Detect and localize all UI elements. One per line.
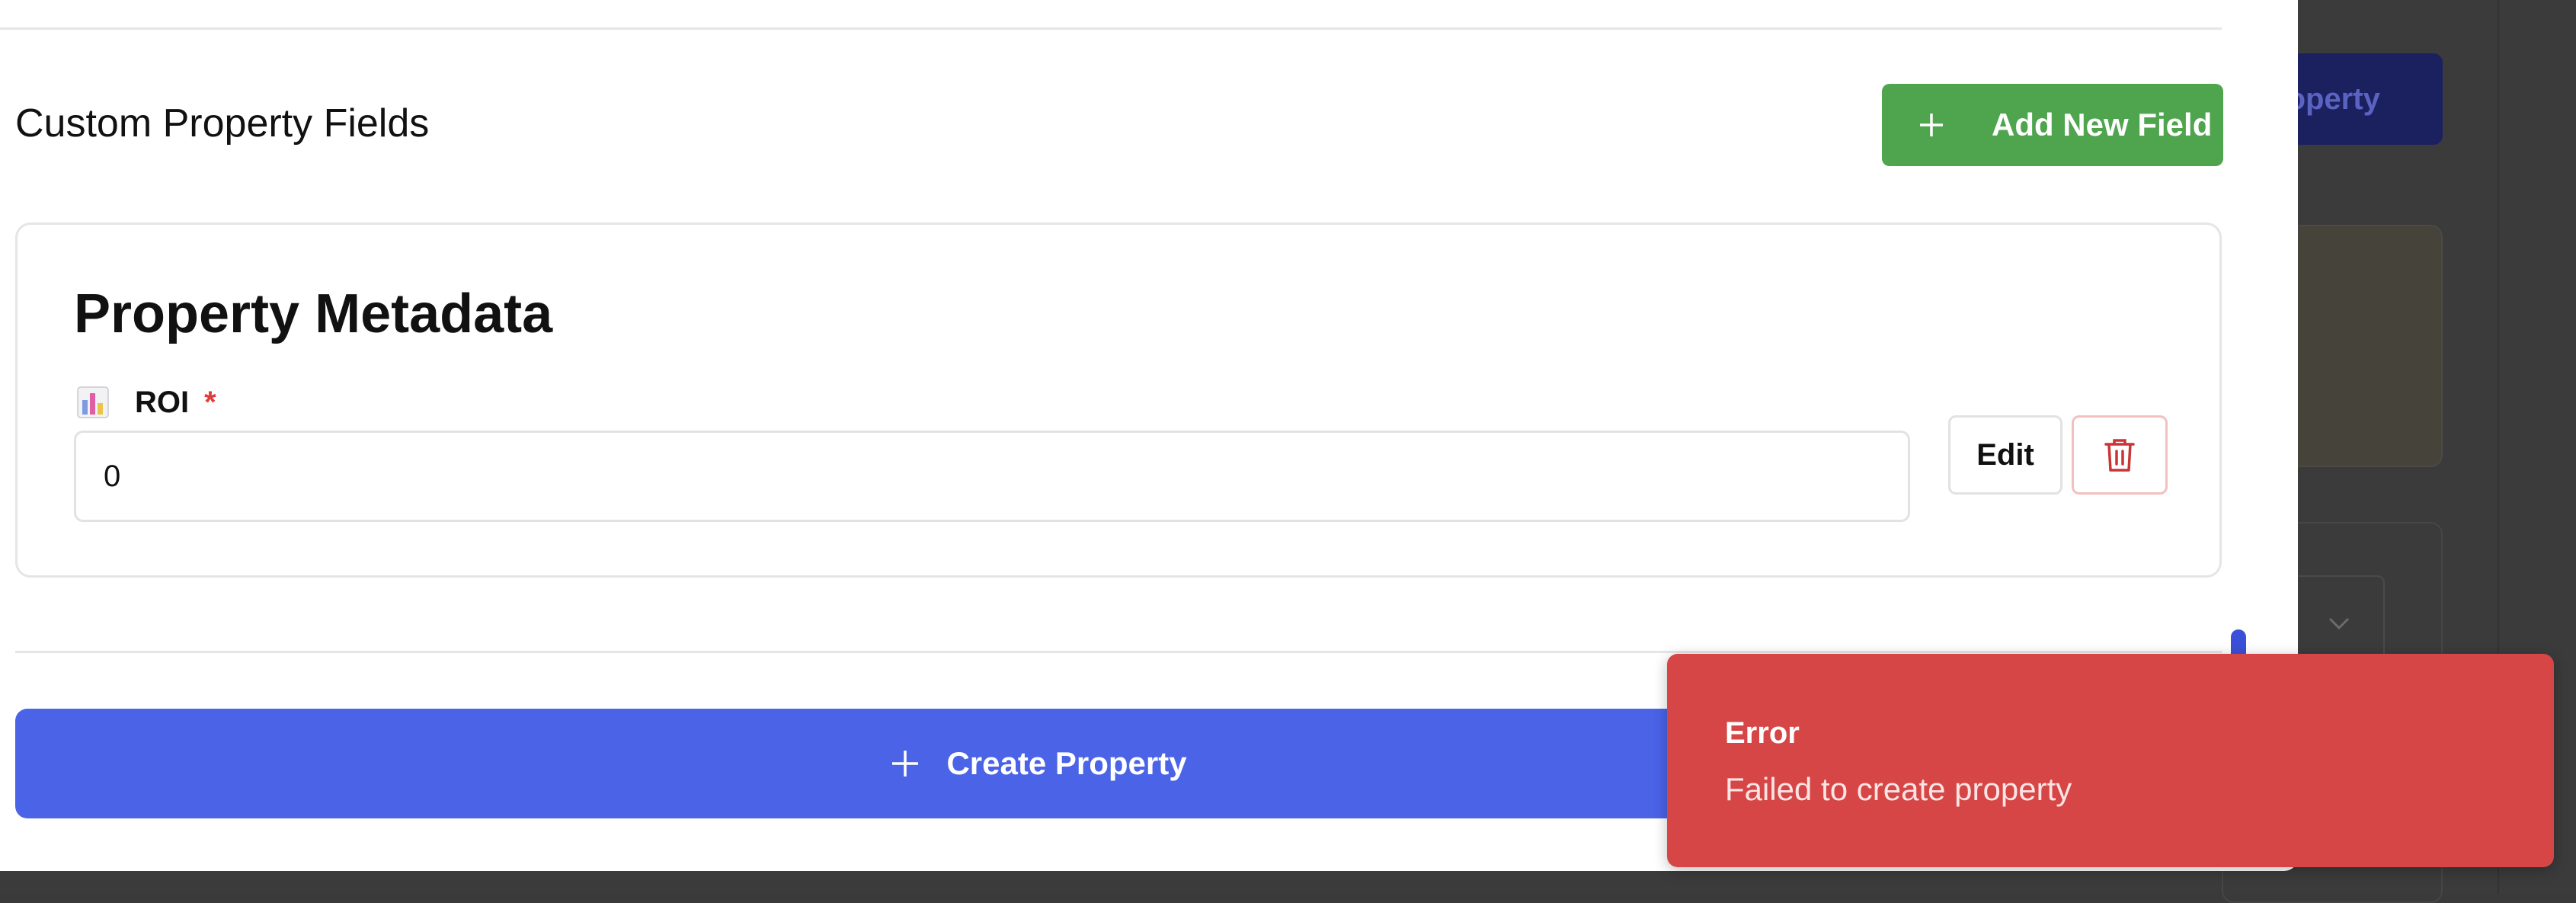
add-new-field-button[interactable]: Add New Field [1882,84,2223,166]
card-title: Property Metadata [74,283,553,344]
required-marker: * [204,385,216,419]
trash-icon [2104,439,2135,472]
property-metadata-card: Property Metadata ROI * Edit [15,223,2222,578]
roi-input[interactable] [74,431,1910,522]
edit-field-button[interactable]: Edit [1948,415,2062,495]
toast-title: Error [1725,716,1800,750]
divider [15,651,2222,653]
add-new-field-label: Add New Field [1992,107,2213,142]
field-label-row: ROI * [77,385,216,420]
section-title: Custom Property Fields [15,101,430,146]
divider [0,27,2222,30]
error-toast: Error Failed to create property [1667,654,2554,867]
chevron-down-icon [2328,617,2350,630]
plus-icon [1911,111,1952,139]
plus-icon [892,751,919,777]
field-label: ROI [135,385,190,419]
toast-message: Failed to create property [1725,771,2072,807]
bar-chart-icon [77,386,109,418]
delete-field-button[interactable] [2072,415,2168,495]
create-property-label: Create Property [946,745,1187,781]
